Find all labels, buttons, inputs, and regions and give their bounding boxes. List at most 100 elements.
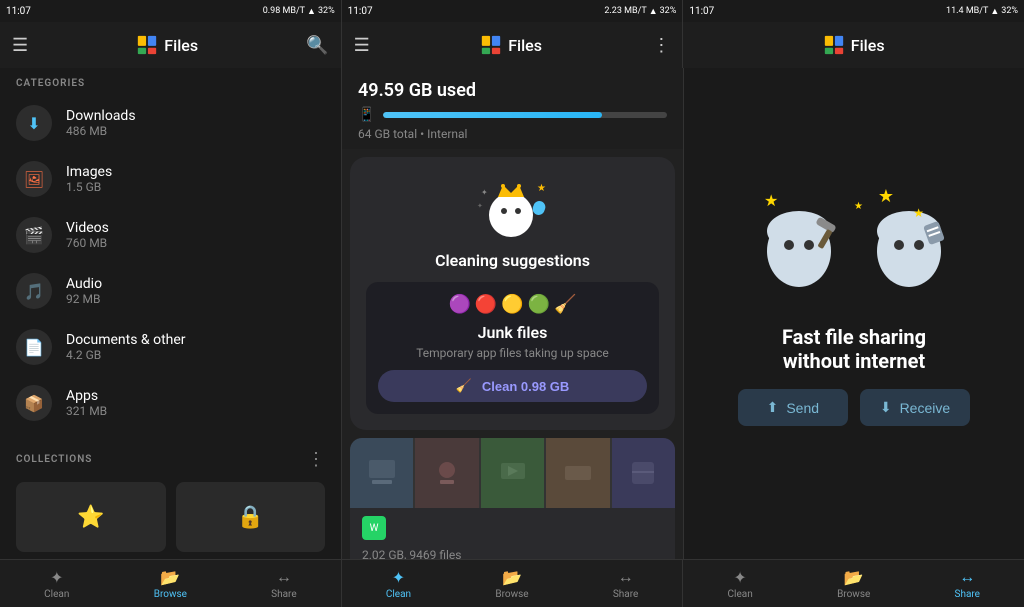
wifi-icon-1: ▲ (307, 6, 316, 17)
videos-size: 760 MB (66, 236, 325, 250)
status-bar-3: 11:07 11.4 MB/T ▲ 32% (683, 0, 1024, 22)
images-name: Images (66, 164, 325, 180)
videos-icon: 🎬 (16, 217, 52, 253)
star-3: ★ (878, 186, 894, 207)
apps-size: 321 MB (66, 404, 325, 418)
menu-icon-2[interactable]: ☰ (354, 35, 370, 56)
junk-emoji-1: 🟣 (448, 294, 470, 315)
receive-label: Receive (900, 400, 951, 416)
nav3-share[interactable]: ↔ Share (910, 563, 1024, 604)
status-bar-1: 11:07 0.98 MB/T ▲ 32% (0, 0, 342, 22)
nav1-browse[interactable]: 📂 Browse (114, 564, 228, 604)
category-apps[interactable]: 📦 Apps 321 MB (0, 375, 341, 431)
category-documents[interactable]: 📄 Documents & other 4.2 GB (0, 319, 341, 375)
time-3: 11:07 (689, 6, 714, 17)
browse-label-1: Browse (154, 589, 187, 600)
preview-2 (415, 438, 478, 508)
data-speed-3: 11.4 MB/T (946, 6, 988, 16)
images-icon: 🖼 (16, 161, 52, 197)
apps-name: Apps (66, 388, 325, 404)
nav2-share[interactable]: ↔ Share (569, 563, 683, 604)
audio-size: 92 MB (66, 292, 325, 306)
cleaning-suggestions-card: ★ ✦ ✦ Cleaning suggestions 🟣 🔴 🟡 🟢 🧹 (350, 157, 675, 430)
clean-label-2: Clean (386, 589, 411, 600)
data-speed-1: 0.98 MB/T (263, 6, 305, 16)
nav-bar-2: ☰ Files ⋮ (342, 22, 684, 68)
category-audio[interactable]: 🎵 Audio 92 MB (0, 263, 341, 319)
files-logo-1 (136, 34, 158, 56)
nav-bars: ☰ Files 🔍 ☰ Files ⋮ (0, 22, 1024, 68)
collection-favorites[interactable]: ⭐ (16, 482, 166, 552)
category-videos[interactable]: 🎬 Videos 760 MB (0, 207, 341, 263)
preview-4 (546, 438, 609, 508)
downloads-name: Downloads (66, 108, 325, 124)
main-content: CATEGORIES ⬇ Downloads 486 MB 🖼 Images 1… (0, 68, 1024, 559)
nav3-browse[interactable]: 📂 Browse (797, 564, 911, 604)
browse-label-2: Browse (495, 589, 528, 600)
clean-icon-3: ✦ (733, 568, 746, 587)
share-title: Fast file sharingwithout internet (782, 325, 926, 373)
clean-icon-2: ✦ (392, 568, 405, 587)
clean-button[interactable]: 🧹Clean 0.98 GB (378, 370, 647, 402)
whatsapp-icon: W (362, 516, 386, 540)
category-images[interactable]: 🖼 Images 1.5 GB (0, 151, 341, 207)
nav-bar-3: Files (683, 22, 1024, 68)
storage-section: 49.59 GB used 📱 64 GB total • Internal (342, 68, 683, 149)
storage-detail: 64 GB total • Internal (358, 127, 667, 141)
collections-header: COLLECTIONS (16, 454, 92, 465)
files-logo-3 (823, 34, 845, 56)
junk-emoji-2: 🔴 (475, 294, 497, 315)
nav2-browse[interactable]: 📂 Browse (455, 564, 569, 604)
nav1-share[interactable]: ↔ Share (227, 563, 341, 604)
categories-header: CATEGORIES (0, 68, 341, 95)
receive-button[interactable]: ⬇ Receive (860, 389, 970, 426)
category-downloads[interactable]: ⬇ Downloads 486 MB (0, 95, 341, 151)
share-label-3: Share (955, 589, 980, 600)
receive-icon: ⬇ (880, 399, 892, 416)
nav1-clean[interactable]: ✦ Clean (0, 564, 114, 604)
whatsapp-card[interactable]: W 2.02 GB, 9469 files Delete WhatsApp me… (350, 438, 675, 559)
junk-description: Temporary app files taking up space (378, 346, 647, 360)
collection-safe-folder[interactable]: 🔒 (176, 482, 326, 552)
wifi-icon-3: ▲ (990, 6, 999, 17)
send-button[interactable]: ⬆ Send (738, 389, 848, 426)
nav3-clean[interactable]: ✦ Clean (683, 564, 797, 604)
ghost-1-svg (754, 201, 844, 301)
junk-title: Junk files (378, 323, 647, 342)
preview-1 (350, 438, 413, 508)
svg-text:✦: ✦ (477, 202, 483, 210)
time-1: 11:07 (6, 6, 31, 17)
file-browser-panel: CATEGORIES ⬇ Downloads 486 MB 🖼 Images 1… (0, 68, 342, 559)
mascot-area: ★ ✦ ✦ (473, 173, 553, 243)
safe-folder-icon: 🔒 (237, 505, 264, 530)
junk-files-card: 🟣 🔴 🟡 🟢 🧹 Junk files Temporary app files… (366, 282, 659, 414)
documents-name: Documents & other (66, 332, 325, 348)
share-buttons: ⬆ Send ⬇ Receive (738, 389, 970, 426)
clean-icon-1: ✦ (50, 568, 63, 587)
favorites-icon: ⭐ (77, 505, 104, 530)
documents-size: 4.2 GB (66, 348, 325, 362)
browse-icon-3: 📂 (844, 568, 864, 587)
collections-grid: ⭐ 🔒 (0, 476, 341, 558)
more-icon-2[interactable]: ⋮ (652, 35, 670, 56)
whatsapp-preview (350, 438, 675, 508)
collections-more-icon[interactable]: ⋮ (307, 449, 325, 470)
nav2-clean[interactable]: ✦ Clean (342, 564, 456, 604)
bottom-nav-1: ✦ Clean 📂 Browse ↔ Share (0, 560, 342, 607)
browse-icon-1: 📂 (160, 568, 180, 587)
battery-1: 32% (318, 6, 335, 16)
app-name-1: Files (164, 36, 198, 55)
status-bar-2: 11:07 2.23 MB/T ▲ 32% (342, 0, 684, 22)
browse-label-3: Browse (837, 589, 870, 600)
send-icon: ⬆ (767, 399, 779, 416)
device-icon: 📱 (358, 107, 375, 123)
share-label-1: Share (271, 589, 296, 600)
battery-3: 32% (1001, 6, 1018, 16)
search-icon-1[interactable]: 🔍 (306, 35, 328, 56)
share-label-2: Share (613, 589, 638, 600)
clean-panel: 49.59 GB used 📱 64 GB total • Internal (342, 68, 684, 559)
nav-title-2: Files (378, 34, 645, 56)
svg-text:✦: ✦ (481, 188, 488, 197)
menu-icon-1[interactable]: ☰ (12, 35, 28, 56)
junk-emoji-4: 🟢 (528, 294, 550, 315)
